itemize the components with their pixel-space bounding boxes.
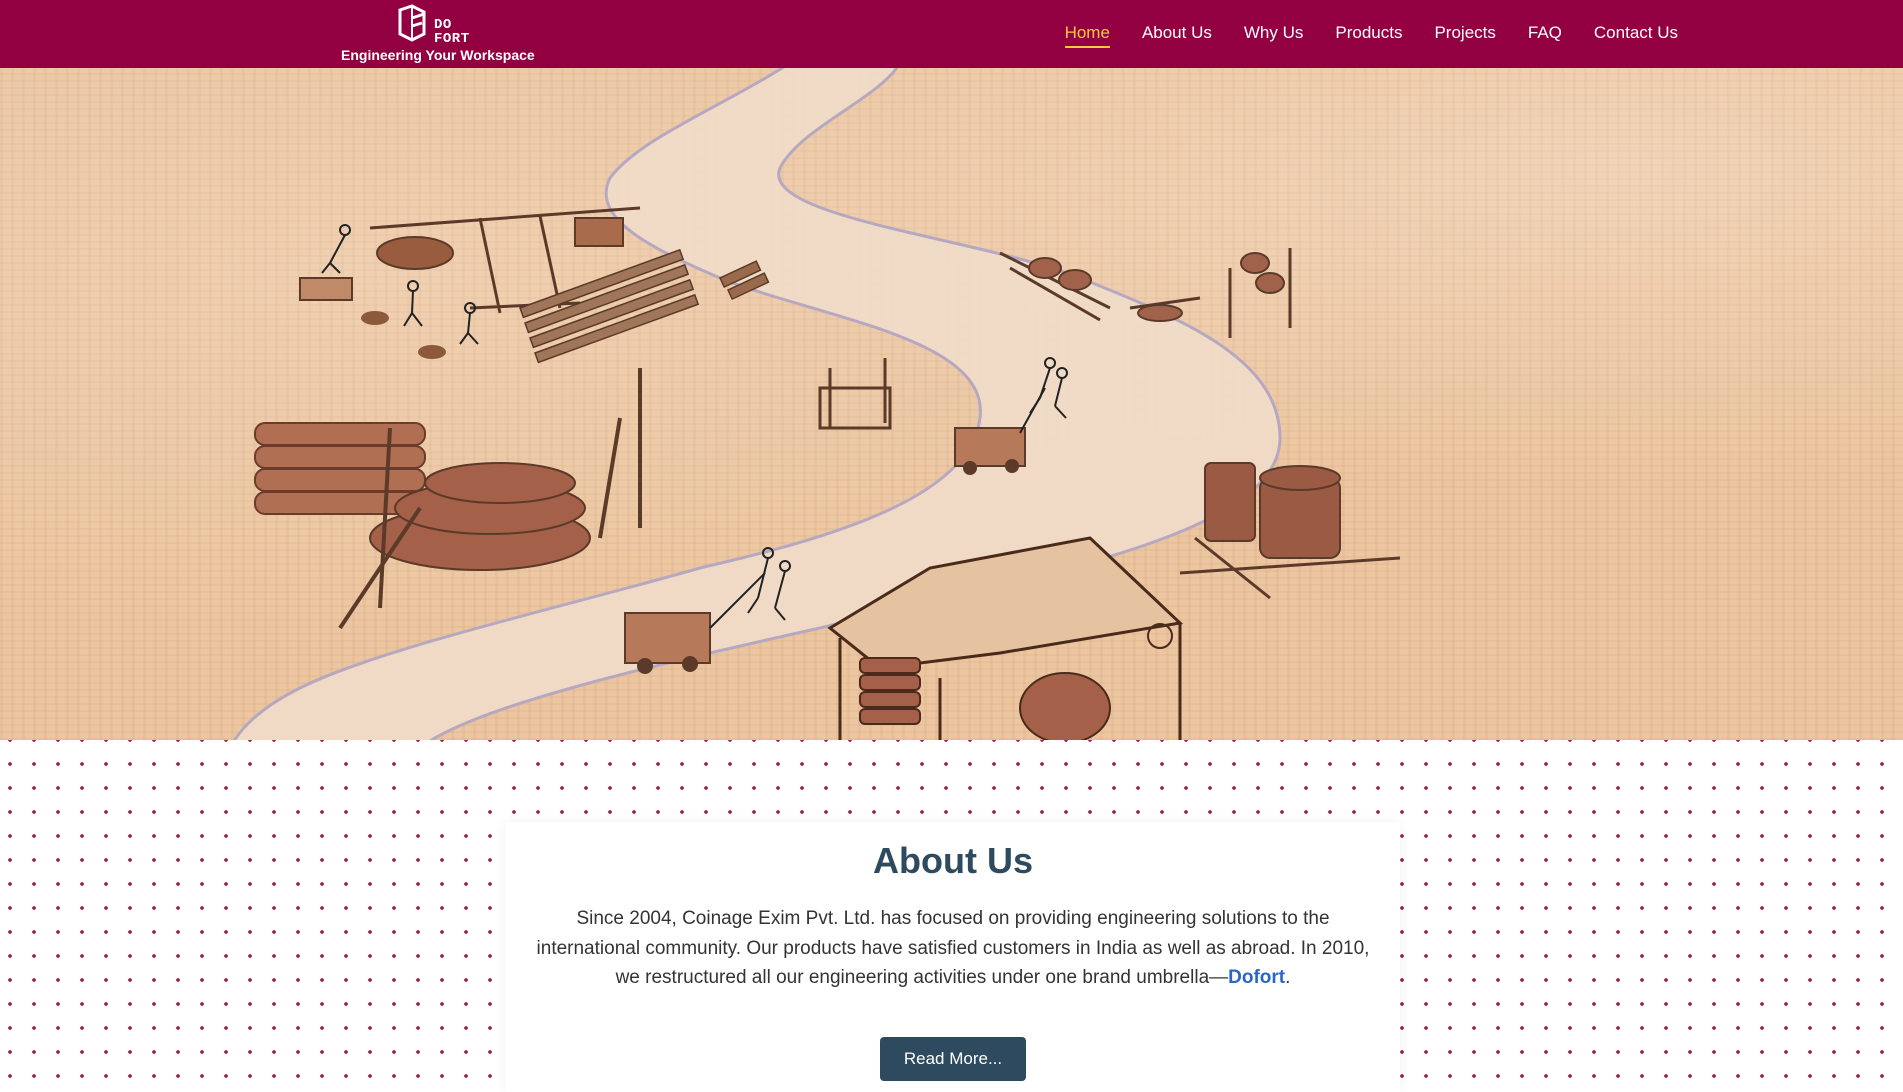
dofort-brand-link[interactable]: Dofort <box>1228 967 1285 988</box>
nav-link-products[interactable]: Products <box>1335 20 1402 46</box>
brand-tagline: Engineering Your Workspace <box>341 47 535 63</box>
about-text-end: . <box>1285 967 1291 988</box>
logo-word-line2: FORT <box>434 31 470 47</box>
nav-link-about[interactable]: About Us <box>1142 20 1212 46</box>
nav-link-home[interactable]: Home <box>1064 20 1110 48</box>
logo-wordmark: DO FORT <box>434 18 470 46</box>
about-description: Since 2004, Coinage Exim Pvt. Ltd. has f… <box>523 904 1383 993</box>
hero-banner <box>0 68 1903 740</box>
logo-word-line1: DO <box>434 17 452 33</box>
nav-link-projects[interactable]: Projects <box>1434 20 1495 46</box>
nav-item-products: Products <box>1335 20 1402 48</box>
hero-illustration <box>232 68 1401 740</box>
nav-item-contact: Contact Us <box>1594 20 1678 48</box>
brand-logo-link[interactable]: DO FORT Engineering Your Workspace <box>338 2 558 64</box>
dofort-logo-icon <box>398 4 426 42</box>
nav-item-projects: Projects <box>1434 20 1495 48</box>
about-title: About Us <box>873 840 1033 881</box>
nav-item-home: Home <box>1064 20 1110 48</box>
nav-item-about: About Us <box>1142 20 1212 48</box>
read-more-button[interactable]: Read More... <box>879 1036 1027 1081</box>
nav-link-faq[interactable]: FAQ <box>1528 20 1562 46</box>
nav-item-faq: FAQ <box>1528 20 1562 48</box>
about-us-card: About Us Since 2004, Coinage Exim Pvt. L… <box>506 822 1400 1092</box>
nav-link-why-us[interactable]: Why Us <box>1244 20 1304 46</box>
site-header: DO FORT Engineering Your Workspace Home … <box>0 0 1903 68</box>
nav-item-why: Why Us <box>1244 20 1304 48</box>
main-navigation: Home About Us Why Us Products Projects F… <box>1064 20 1678 48</box>
nav-link-contact[interactable]: Contact Us <box>1594 20 1678 46</box>
